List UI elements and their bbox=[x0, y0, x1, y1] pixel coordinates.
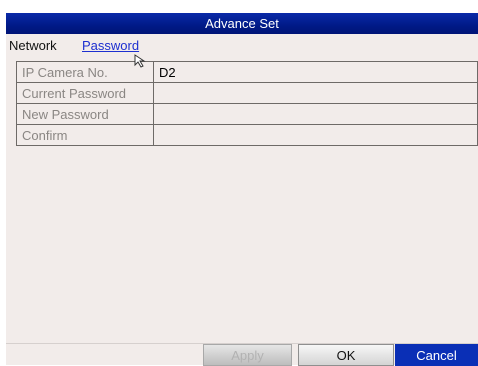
form-row-ip-camera: IP Camera No. D2 bbox=[16, 61, 478, 83]
confirm-label: Confirm bbox=[16, 124, 154, 146]
form-row-confirm: Confirm bbox=[16, 124, 478, 146]
new-password-field[interactable] bbox=[153, 103, 478, 125]
mouse-pointer-icon bbox=[134, 54, 146, 68]
apply-button[interactable]: Apply bbox=[203, 344, 292, 366]
cancel-button[interactable]: Cancel bbox=[395, 344, 478, 366]
confirm-password-field[interactable] bbox=[153, 124, 478, 146]
advance-set-dialog: Advance Set Network Password IP Camera N… bbox=[6, 13, 478, 366]
ip-camera-no-label: IP Camera No. bbox=[16, 61, 154, 83]
dialog-title-bar: Advance Set bbox=[6, 13, 478, 34]
current-password-field[interactable] bbox=[153, 82, 478, 104]
ip-camera-no-value[interactable]: D2 bbox=[153, 61, 478, 83]
password-form-table: IP Camera No. D2 Current Password New Pa… bbox=[16, 61, 478, 146]
ok-button[interactable]: OK bbox=[298, 344, 394, 366]
current-password-label: Current Password bbox=[16, 82, 154, 104]
tab-password[interactable]: Password bbox=[82, 38, 139, 53]
tab-network[interactable]: Network bbox=[9, 38, 57, 53]
form-row-new-password: New Password bbox=[16, 103, 478, 125]
form-row-current-password: Current Password bbox=[16, 82, 478, 104]
tab-bar: Network Password bbox=[6, 35, 478, 57]
new-password-label: New Password bbox=[16, 103, 154, 125]
dialog-title: Advance Set bbox=[205, 16, 279, 31]
